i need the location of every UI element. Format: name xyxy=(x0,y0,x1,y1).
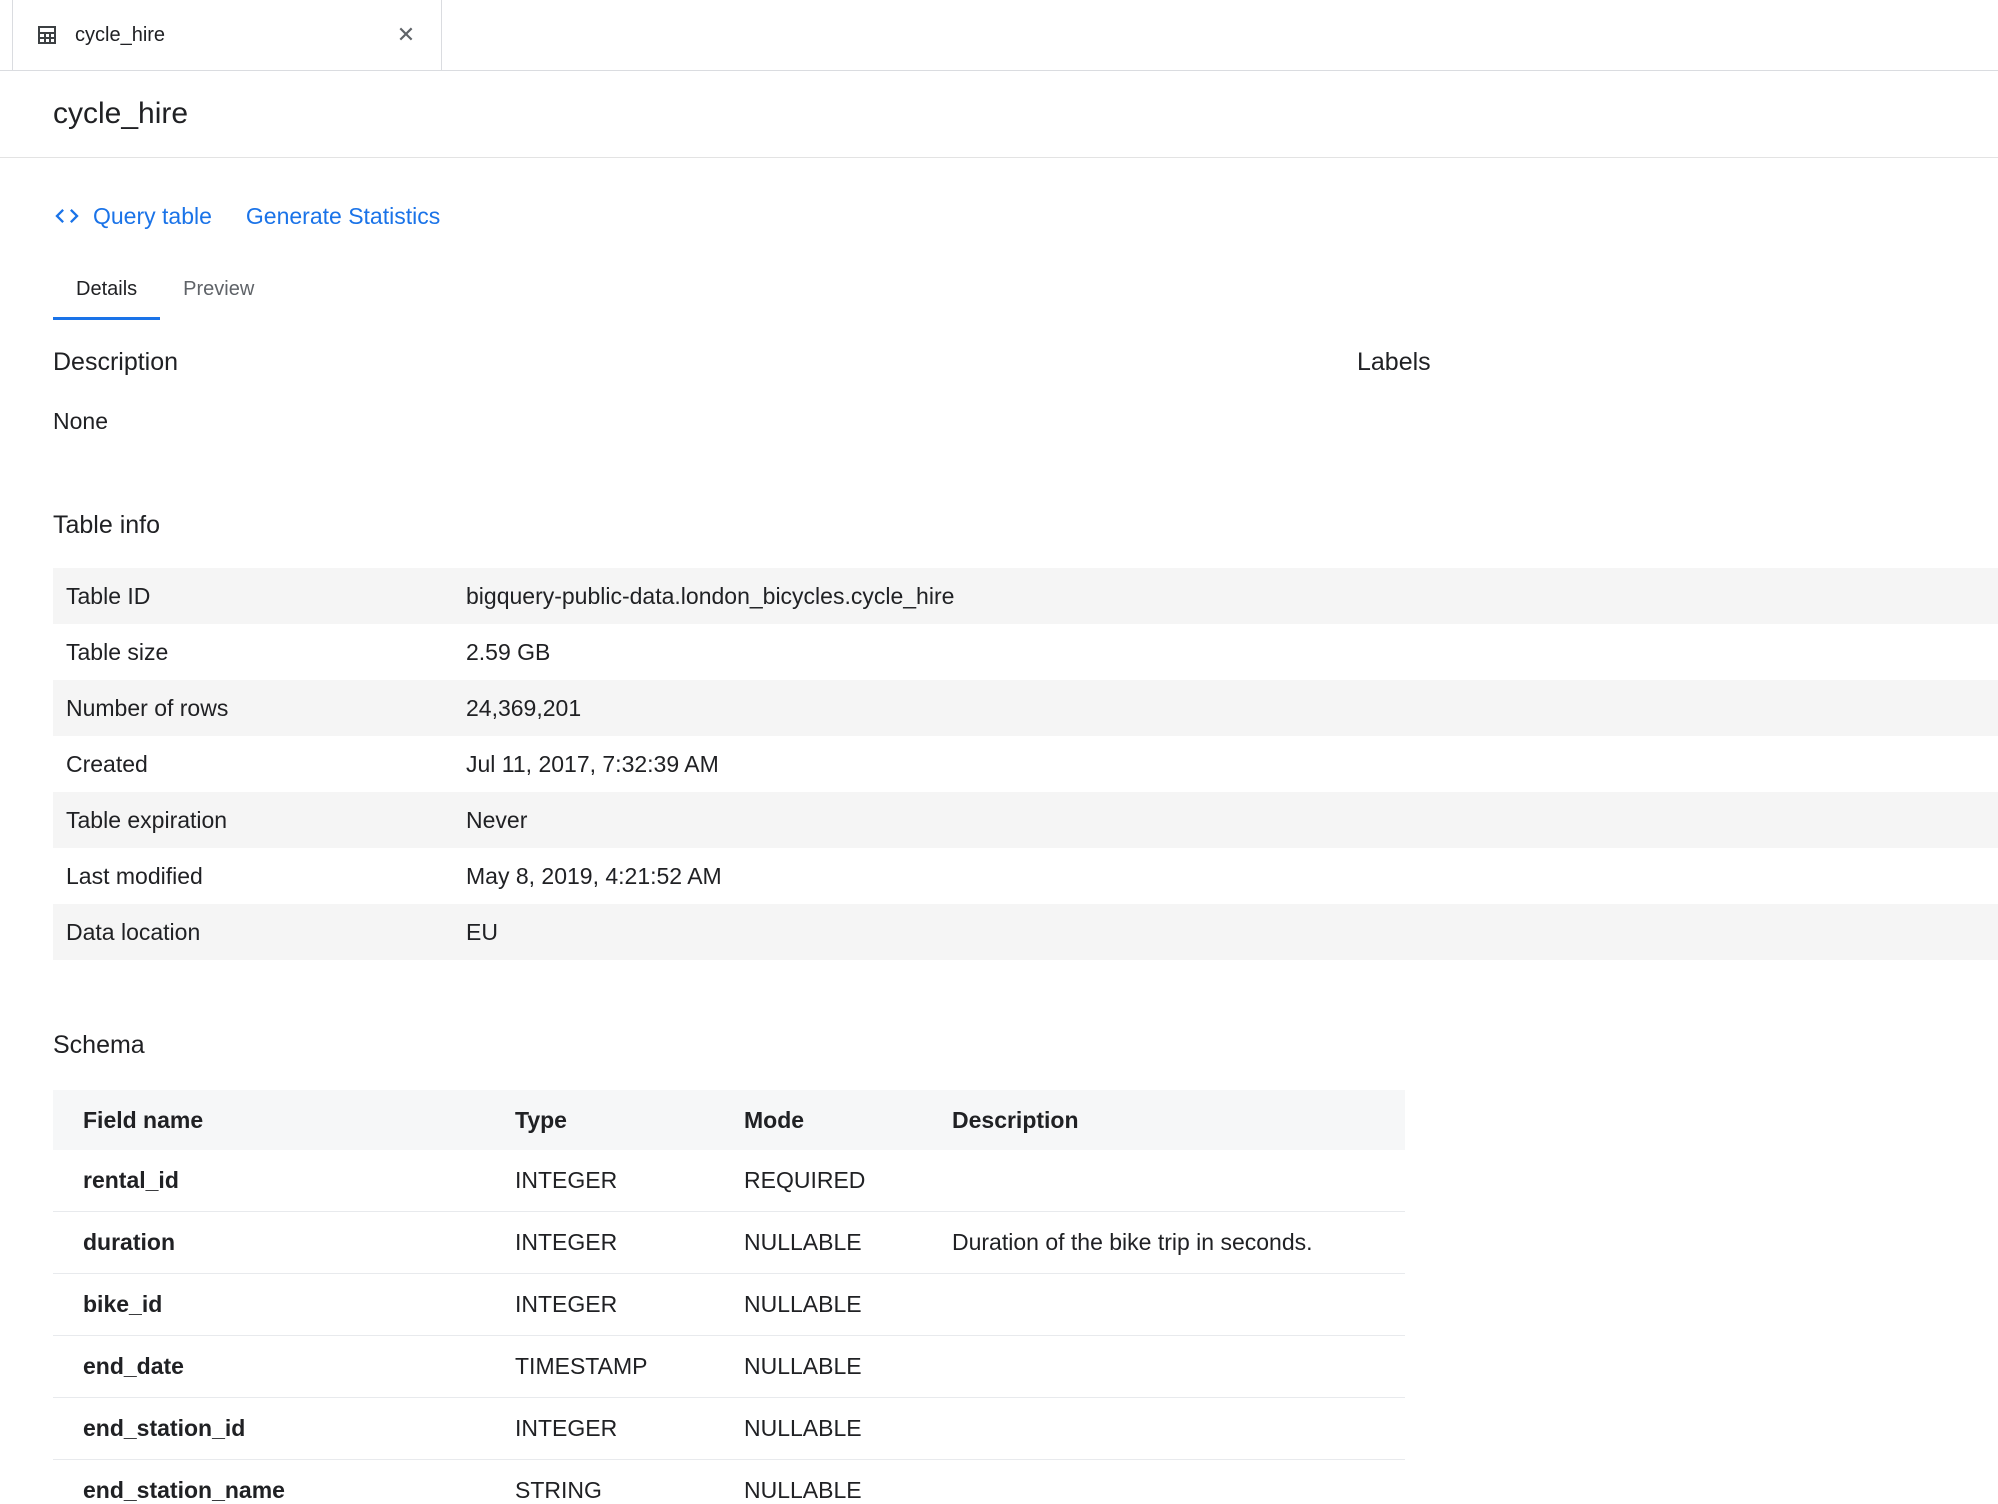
schema-field-name: end_station_name xyxy=(53,1477,515,1504)
main-content: Query table Generate Statistics Details … xyxy=(0,202,1998,1504)
info-label: Data location xyxy=(53,919,466,946)
labels-heading: Labels xyxy=(1357,348,1431,377)
schema-field-mode: NULLABLE xyxy=(744,1291,952,1318)
tab-preview-label: Preview xyxy=(183,278,254,300)
labels-section: Labels xyxy=(1357,348,1431,435)
schema-table: Field name Type Mode Description rental_… xyxy=(53,1090,1405,1504)
view-tabs: Details Preview xyxy=(53,278,1998,320)
query-table-label: Query table xyxy=(93,203,212,230)
table-info-heading: Table info xyxy=(53,511,1998,540)
tab-preview[interactable]: Preview xyxy=(160,278,277,320)
schema-field-mode: NULLABLE xyxy=(744,1229,952,1256)
table-row: duration INTEGER NULLABLE Duration of th… xyxy=(53,1212,1405,1274)
table-info-section: Table info Table ID bigquery-public-data… xyxy=(53,511,1998,960)
schema-field-mode: REQUIRED xyxy=(744,1167,952,1194)
page-title-row: cycle_hire xyxy=(0,71,1998,158)
schema-field-type: INTEGER xyxy=(515,1291,744,1318)
tab-details-label: Details xyxy=(76,278,137,300)
schema-field-name: end_date xyxy=(53,1353,515,1380)
editor-tab-title: cycle_hire xyxy=(75,24,391,47)
table-row: Created Jul 11, 2017, 7:32:39 AM xyxy=(53,736,1998,792)
generate-statistics-button[interactable]: Generate Statistics xyxy=(246,203,440,230)
description-heading: Description xyxy=(53,348,1357,377)
table-row: end_date TIMESTAMP NULLABLE xyxy=(53,1336,1405,1398)
info-label: Table expiration xyxy=(53,807,466,834)
schema-field-type: TIMESTAMP xyxy=(515,1353,744,1380)
table-row: rental_id INTEGER REQUIRED xyxy=(53,1150,1405,1212)
schema-header-row: Field name Type Mode Description xyxy=(53,1090,1405,1150)
column-header-mode: Mode xyxy=(744,1107,952,1134)
schema-heading: Schema xyxy=(53,1031,1998,1060)
schema-field-name: bike_id xyxy=(53,1291,515,1318)
schema-field-type: STRING xyxy=(515,1477,744,1504)
schema-field-type: INTEGER xyxy=(515,1167,744,1194)
schema-section: Schema Field name Type Mode Description … xyxy=(53,1031,1998,1504)
info-value: May 8, 2019, 4:21:52 AM xyxy=(466,863,722,890)
info-label: Last modified xyxy=(53,863,466,890)
tab-details[interactable]: Details xyxy=(53,278,160,320)
column-header-field-name: Field name xyxy=(53,1107,515,1134)
code-icon xyxy=(53,202,81,230)
column-header-type: Type xyxy=(515,1107,744,1134)
info-value: Jul 11, 2017, 7:32:39 AM xyxy=(466,751,719,778)
info-value: 2.59 GB xyxy=(466,639,550,666)
info-value: EU xyxy=(466,919,498,946)
info-label: Table ID xyxy=(53,583,466,610)
generate-statistics-label: Generate Statistics xyxy=(246,203,440,230)
table-row: end_station_id INTEGER NULLABLE xyxy=(53,1398,1405,1460)
info-label: Table size xyxy=(53,639,466,666)
schema-field-mode: NULLABLE xyxy=(744,1477,952,1504)
info-value: 24,369,201 xyxy=(466,695,581,722)
schema-field-name: rental_id xyxy=(53,1167,515,1194)
schema-field-type: INTEGER xyxy=(515,1229,744,1256)
schema-field-type: INTEGER xyxy=(515,1415,744,1442)
table-row: end_station_name STRING NULLABLE xyxy=(53,1460,1405,1504)
table-row: Table size 2.59 GB xyxy=(53,624,1998,680)
schema-field-name: duration xyxy=(53,1229,515,1256)
column-header-description: Description xyxy=(952,1107,1405,1134)
page-title: cycle_hire xyxy=(53,97,188,131)
table-info-table: Table ID bigquery-public-data.london_bic… xyxy=(53,568,1998,960)
table-icon xyxy=(35,23,59,47)
info-label: Created xyxy=(53,751,466,778)
table-row: Last modified May 8, 2019, 4:21:52 AM xyxy=(53,848,1998,904)
query-table-button[interactable]: Query table xyxy=(53,202,212,230)
schema-field-name: end_station_id xyxy=(53,1415,515,1442)
schema-field-mode: NULLABLE xyxy=(744,1353,952,1380)
schema-field-mode: NULLABLE xyxy=(744,1415,952,1442)
schema-field-description: Duration of the bike trip in seconds. xyxy=(952,1229,1405,1256)
table-row: bike_id INTEGER NULLABLE xyxy=(53,1274,1405,1336)
close-icon[interactable]: ✕ xyxy=(391,20,421,50)
table-row: Table expiration Never xyxy=(53,792,1998,848)
table-row: Data location EU xyxy=(53,904,1998,960)
editor-tab-cycle-hire[interactable]: cycle_hire ✕ xyxy=(12,0,442,70)
description-labels-row: Description None Labels xyxy=(53,348,1998,435)
info-label: Number of rows xyxy=(53,695,466,722)
info-value: Never xyxy=(466,807,527,834)
table-row: Number of rows 24,369,201 xyxy=(53,680,1998,736)
info-value: bigquery-public-data.london_bicycles.cyc… xyxy=(466,583,954,610)
action-links: Query table Generate Statistics xyxy=(53,202,1998,230)
description-value: None xyxy=(53,408,1357,435)
editor-tab-bar: cycle_hire ✕ xyxy=(0,0,1998,71)
table-row: Table ID bigquery-public-data.london_bic… xyxy=(53,568,1998,624)
description-section: Description None xyxy=(53,348,1357,435)
